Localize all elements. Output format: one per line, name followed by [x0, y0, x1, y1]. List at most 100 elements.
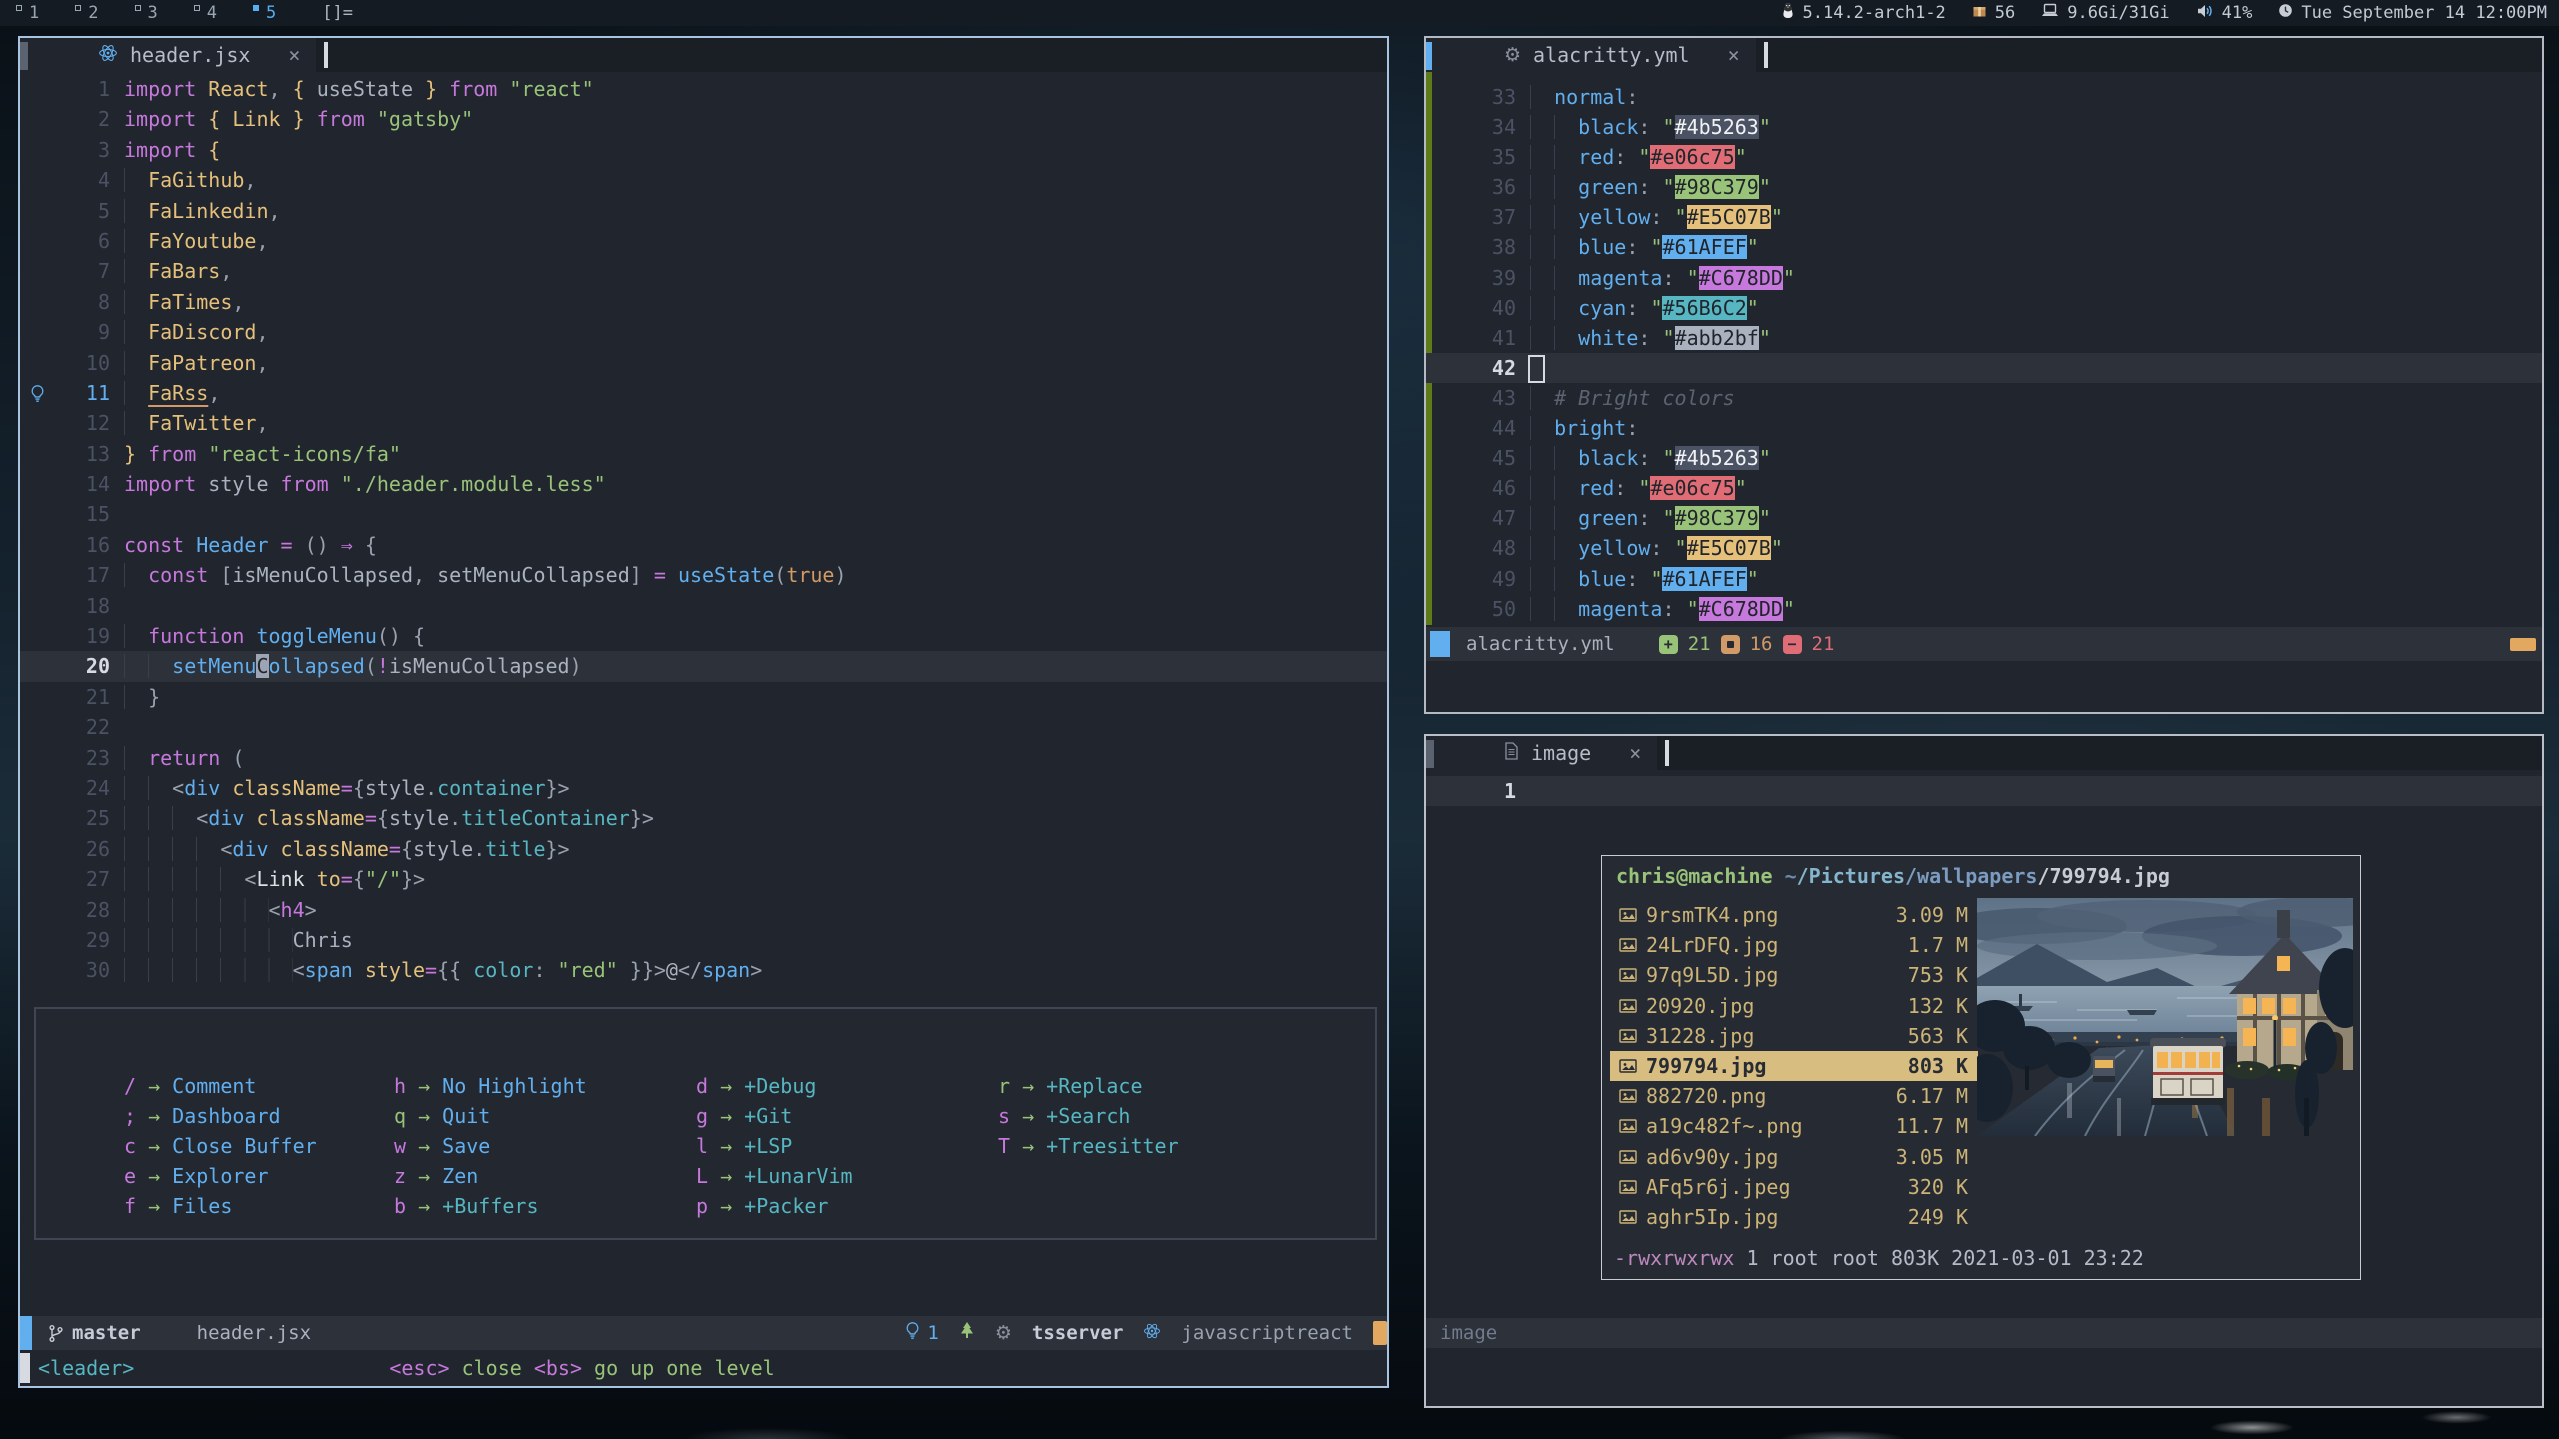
- whichkey-item[interactable]: T → +Treesitter: [998, 1131, 1179, 1161]
- code-line[interactable]: 17 const [isMenuCollapsed, setMenuCollap…: [20, 560, 1387, 590]
- code-line[interactable]: 26 <div className={style.title}>: [20, 834, 1387, 864]
- code-line[interactable]: 5 FaLinkedin,: [20, 196, 1387, 226]
- file-row[interactable]: 24LrDFQ.jpg1.7 M: [1610, 930, 1978, 960]
- whichkey-item[interactable]: h → No Highlight: [394, 1071, 696, 1101]
- whichkey-item[interactable]: p → +Packer: [696, 1191, 998, 1221]
- lightbulb-icon: [20, 378, 54, 408]
- whichkey-item[interactable]: d → +Debug: [696, 1071, 998, 1101]
- code-line[interactable]: 15: [20, 499, 1387, 529]
- code-line[interactable]: 50 magenta: "#C678DD": [1426, 594, 2542, 624]
- code-line[interactable]: 13} from "react-icons/fa": [20, 439, 1387, 469]
- code-line[interactable]: 43 # Bright colors: [1426, 383, 2542, 413]
- code-line[interactable]: 21 }: [20, 682, 1387, 712]
- code-line[interactable]: 42: [1426, 353, 2542, 383]
- code-line[interactable]: 40 cyan: "#56B6C2": [1426, 293, 2542, 323]
- close-icon[interactable]: ×: [1603, 741, 1641, 765]
- bufferline: header.jsx ×: [20, 38, 1387, 72]
- whichkey-item[interactable]: l → +LSP: [696, 1131, 998, 1161]
- code-line[interactable]: 46 red: "#e06c75": [1426, 473, 2542, 503]
- whichkey-item[interactable]: f → Files: [124, 1191, 394, 1221]
- file-row[interactable]: 31228.jpg563 K: [1610, 1021, 1978, 1051]
- code-line[interactable]: 1import React, { useState } from "react": [20, 74, 1387, 104]
- code-line[interactable]: 25 <div className={style.titleContainer}…: [20, 803, 1387, 833]
- code-line[interactable]: 34 black: "#4b5263": [1426, 112, 2542, 142]
- code-line[interactable]: 38 blue: "#61AFEF": [1426, 232, 2542, 262]
- status-module: 41%: [2196, 3, 2253, 24]
- code-line[interactable]: 28 <h4>: [20, 895, 1387, 925]
- file-row[interactable]: 9rsmTK4.png3.09 M: [1610, 900, 1978, 930]
- code-line[interactable]: 39 magenta: "#C678DD": [1426, 263, 2542, 293]
- whichkey-item[interactable]: ; → Dashboard: [124, 1101, 394, 1131]
- code-area-image[interactable]: 1: [1426, 776, 2542, 806]
- code-line[interactable]: 27 <Link to={"/"}>: [20, 864, 1387, 894]
- code-line[interactable]: 44 bright:: [1426, 413, 2542, 443]
- file-row[interactable]: aghr5Ip.jpg249 K: [1610, 1202, 1978, 1232]
- file-row[interactable]: AFq5r6j.jpeg320 K: [1610, 1172, 1978, 1202]
- code-line[interactable]: 49 blue: "#61AFEF": [1426, 564, 2542, 594]
- code-line[interactable]: 2import { Link } from "gatsby": [20, 104, 1387, 134]
- code-line[interactable]: 16const Header = () ⇒ {: [20, 530, 1387, 560]
- close-icon[interactable]: ×: [1702, 43, 1740, 67]
- line-number: 36: [1460, 172, 1530, 202]
- workspace-4[interactable]: 4: [194, 3, 217, 23]
- code-line[interactable]: 6 FaYoutube,: [20, 226, 1387, 256]
- code-line[interactable]: 37 yellow: "#E5C07B": [1426, 202, 2542, 232]
- close-icon[interactable]: ×: [262, 43, 300, 67]
- code-line[interactable]: 12 FaTwitter,: [20, 408, 1387, 438]
- tab-image[interactable]: image ×: [1426, 736, 1657, 770]
- file-row[interactable]: 97q9L5D.jpg753 K: [1610, 960, 1978, 990]
- workspace-3[interactable]: 3: [135, 3, 158, 23]
- code-area-alacritty[interactable]: 33 normal:34 black: "#4b5263"35 red: "#e…: [1426, 82, 2542, 624]
- code-line[interactable]: 45 black: "#4b5263": [1426, 443, 2542, 473]
- code-line[interactable]: 29 Chris: [20, 925, 1387, 955]
- whichkey-item[interactable]: z → Zen: [394, 1161, 696, 1191]
- code-line[interactable]: 35 red: "#e06c75": [1426, 142, 2542, 172]
- whichkey-item[interactable]: r → +Replace: [998, 1071, 1179, 1101]
- whichkey-item[interactable]: g → +Git: [696, 1101, 998, 1131]
- whichkey-item[interactable]: b → +Buffers: [394, 1191, 696, 1221]
- code-line[interactable]: 14import style from "./header.module.les…: [20, 469, 1387, 499]
- whichkey-item[interactable]: s → +Search: [998, 1101, 1179, 1131]
- code-line[interactable]: 36 green: "#98C379": [1426, 172, 2542, 202]
- whichkey-item[interactable]: / → Comment: [124, 1071, 394, 1101]
- git-branch-name: master: [72, 1322, 141, 1344]
- code-line[interactable]: 24 <div className={style.container}>: [20, 773, 1387, 803]
- whichkey-item[interactable]: c → Close Buffer: [124, 1131, 394, 1161]
- whichkey-item[interactable]: e → Explorer: [124, 1161, 394, 1191]
- code-line[interactable]: 3import {: [20, 135, 1387, 165]
- code-line[interactable]: 20 setMenuCollapsed(!isMenuCollapsed): [20, 651, 1387, 681]
- code-line[interactable]: 33 normal:: [1426, 82, 2542, 112]
- file-row[interactable]: 882720.png6.17 M: [1610, 1081, 1978, 1111]
- file-row[interactable]: a19c482f~.png11.7 M: [1610, 1111, 1978, 1141]
- code-line[interactable]: 9 FaDiscord,: [20, 317, 1387, 347]
- code-line[interactable]: 7 FaBars,: [20, 256, 1387, 286]
- code-line[interactable]: 22: [20, 712, 1387, 742]
- code-area-header-jsx[interactable]: 1import React, { useState } from "react"…: [20, 74, 1387, 986]
- tab-alacritty-yml[interactable]: ⚙ alacritty.yml ×: [1426, 38, 1756, 72]
- code-line[interactable]: 48 yellow: "#E5C07B": [1426, 533, 2542, 563]
- file-row[interactable]: 20920.jpg132 K: [1610, 991, 1978, 1021]
- code-line[interactable]: 11 FaRss,: [20, 378, 1387, 408]
- memory-icon: [2041, 3, 2059, 23]
- workspace-5[interactable]: 5: [253, 3, 276, 23]
- code-line[interactable]: 19 function toggleMenu() {: [20, 621, 1387, 651]
- code-line[interactable]: 30 <span style={{ color: "red" }}>@</spa…: [20, 955, 1387, 985]
- workspace-1[interactable]: 1: [16, 3, 39, 23]
- tab-header-jsx[interactable]: header.jsx ×: [20, 38, 316, 72]
- code-line[interactable]: 4 FaGithub,: [20, 165, 1387, 195]
- code-line[interactable]: 23 return (: [20, 743, 1387, 773]
- code-line[interactable]: 1: [1426, 776, 2542, 806]
- workspace-2[interactable]: 2: [75, 3, 98, 23]
- whichkey-item[interactable]: w → Save: [394, 1131, 696, 1161]
- code-line[interactable]: 47 green: "#98C379": [1426, 503, 2542, 533]
- file-row-selected[interactable]: 799794.jpg803 K: [1610, 1051, 1978, 1081]
- whichkey-item[interactable]: L → +LunarVim: [696, 1161, 998, 1191]
- code-line[interactable]: 41 white: "#abb2bf": [1426, 323, 2542, 353]
- whichkey-item[interactable]: q → Quit: [394, 1101, 696, 1131]
- code-line[interactable]: 10 FaPatreon,: [20, 348, 1387, 378]
- code-line[interactable]: 18: [20, 591, 1387, 621]
- file-row[interactable]: ad6v90y.jpg3.05 M: [1610, 1142, 1978, 1172]
- image-file-icon: [1610, 1209, 1646, 1225]
- code-line[interactable]: 8 FaTimes,: [20, 287, 1387, 317]
- git-branch-icon: [48, 1324, 64, 1343]
